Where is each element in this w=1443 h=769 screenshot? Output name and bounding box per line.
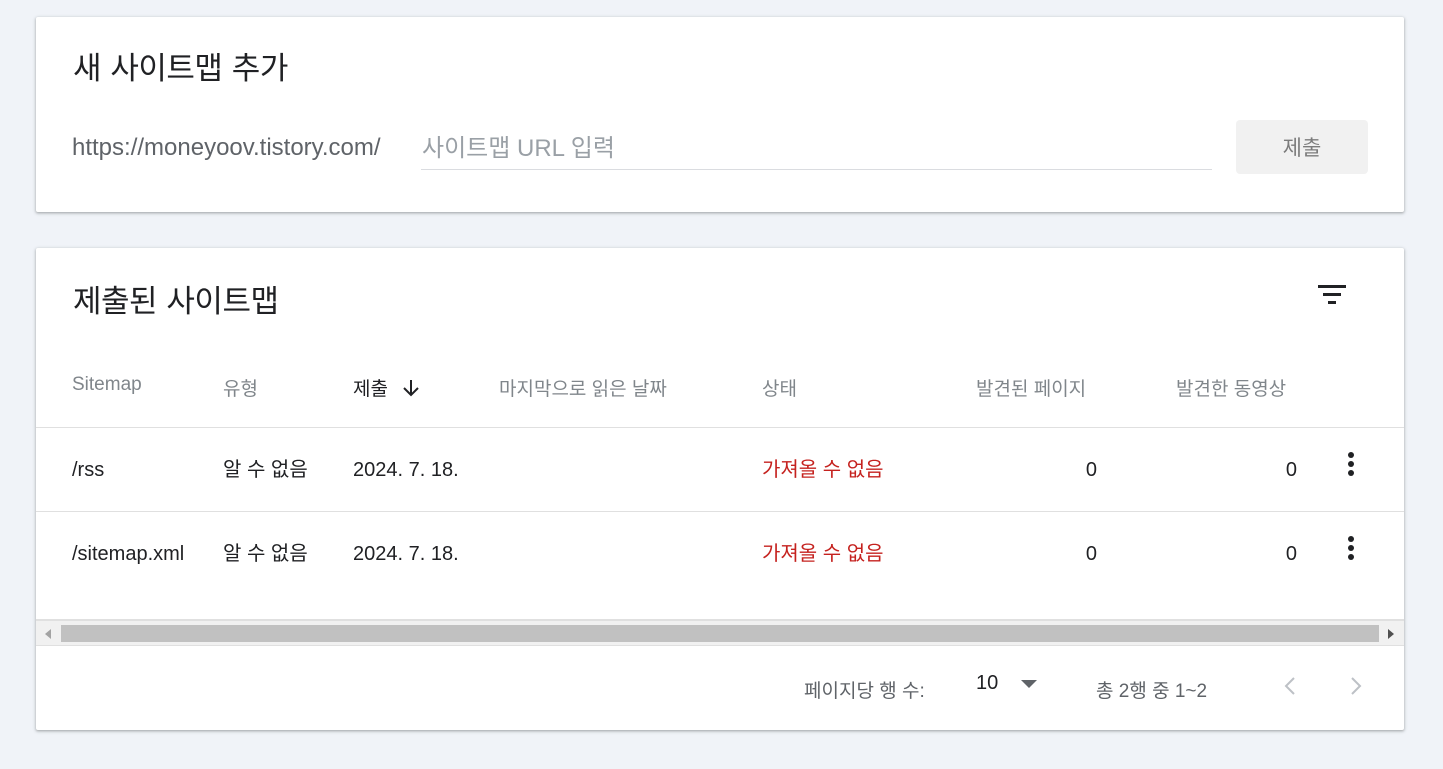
chevron-left-icon (1284, 677, 1295, 695)
rows-per-page-label: 페이지당 행 수: (804, 681, 925, 702)
scrollbar-thumb[interactable] (61, 625, 1379, 642)
row-more-button[interactable] (1333, 530, 1369, 566)
cell-type: 알 수 없음 (223, 543, 308, 565)
cell-videos: 0 (1285, 459, 1297, 481)
column-pages[interactable]: 발견된 페이지 (976, 374, 1086, 401)
filter-button[interactable] (1314, 276, 1350, 312)
scroll-left-arrow-icon[interactable] (45, 629, 51, 639)
chevron-right-icon (1351, 677, 1362, 695)
add-sitemap-card: 새 사이트맵 추가 https://moneyoov.tistory.com/ … (36, 17, 1404, 212)
submitted-sitemaps-card: 제출된 사이트맵 Sitemap 유형 제출 마지막으로 읽은 날짜 상태 발견… (36, 248, 1404, 730)
rows-per-page-select[interactable]: 10 (976, 672, 1038, 695)
cell-videos: 0 (1285, 543, 1297, 565)
cell-pages: 0 (1085, 543, 1097, 565)
cell-submitted: 2024. 7. 18. (353, 459, 459, 481)
sitemaps-table: Sitemap 유형 제출 마지막으로 읽은 날짜 상태 발견된 페이지 발견한… (36, 340, 1404, 620)
sitemap-url-input[interactable] (421, 129, 1212, 170)
pagination-footer: 페이지당 행 수: 10 총 2행 중 1~2 (36, 646, 1404, 730)
horizontal-scrollbar[interactable] (36, 620, 1404, 646)
row-more-button[interactable] (1333, 446, 1369, 482)
cell-status: 가져올 수 없음 (762, 543, 884, 565)
pagination-range: 총 2행 중 1~2 (1096, 681, 1208, 702)
filter-list-icon (1318, 285, 1346, 304)
more-vert-icon (1348, 452, 1354, 476)
cell-type: 알 수 없음 (223, 459, 308, 481)
submit-button[interactable]: 제출 (1236, 120, 1368, 174)
cell-sitemap: /rss (72, 459, 105, 481)
cell-status: 가져올 수 없음 (762, 459, 884, 481)
column-status[interactable]: 상태 (762, 374, 797, 401)
next-page-button[interactable] (1338, 668, 1374, 704)
column-sitemap[interactable]: Sitemap (72, 374, 142, 396)
dropdown-arrow-icon (1021, 679, 1038, 688)
cell-submitted: 2024. 7. 18. (353, 543, 459, 565)
scroll-right-arrow-icon[interactable] (1388, 629, 1394, 639)
cell-pages: 0 (1085, 459, 1097, 481)
table-header: Sitemap 유형 제출 마지막으로 읽은 날짜 상태 발견된 페이지 발견한… (36, 340, 1404, 428)
submitted-sitemaps-title: 제출된 사이트맵 (73, 284, 279, 320)
column-submitted[interactable]: 제출 (353, 374, 420, 401)
url-prefix: https://moneyoov.tistory.com/ (72, 134, 381, 161)
previous-page-button[interactable] (1272, 668, 1308, 704)
table-row[interactable]: /rss 알 수 없음 2024. 7. 18. 가져올 수 없음 0 0 (36, 428, 1404, 512)
more-vert-icon (1348, 536, 1354, 560)
table-row[interactable]: /sitemap.xml 알 수 없음 2024. 7. 18. 가져올 수 없… (36, 512, 1404, 620)
cell-sitemap: /sitemap.xml (72, 543, 185, 565)
column-videos[interactable]: 발견한 동영상 (1176, 374, 1286, 401)
arrow-down-icon (403, 379, 419, 396)
column-last-read[interactable]: 마지막으로 읽은 날짜 (499, 374, 667, 401)
column-type[interactable]: 유형 (223, 374, 258, 401)
add-sitemap-title: 새 사이트맵 추가 (73, 51, 288, 87)
column-submitted-label: 제출 (353, 379, 388, 400)
rows-per-page-value: 10 (976, 672, 999, 694)
